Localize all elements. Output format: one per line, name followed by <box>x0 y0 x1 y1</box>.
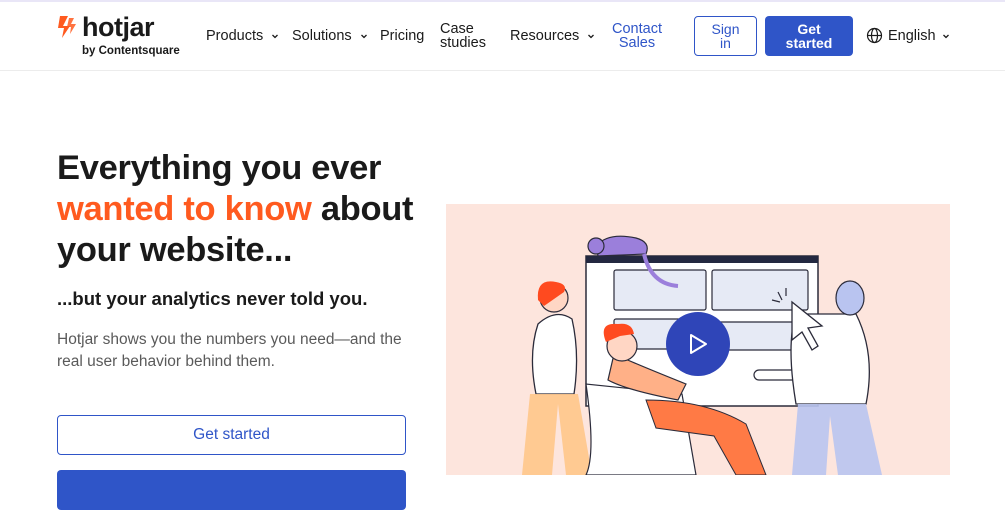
secondary-cta-button[interactable] <box>57 470 406 510</box>
get-started-line1: Get <box>797 21 821 37</box>
hero-description: Hotjar shows you the numbers you need—an… <box>57 331 402 370</box>
nav-solutions-label: Solutions <box>292 28 352 44</box>
sign-in-button[interactable]: Sign in <box>694 16 757 56</box>
nav-case-studies-line2: studies <box>440 35 486 51</box>
nav-case-studies[interactable]: Case studies <box>440 21 486 51</box>
brand-name: hotjar <box>82 12 155 42</box>
chevron-down-icon <box>360 34 367 39</box>
nav-contact-line2: Sales <box>618 35 656 51</box>
language-selector[interactable]: English <box>866 27 951 44</box>
nav-contact-line1: Contact <box>612 21 662 37</box>
nav-products[interactable]: Products <box>206 28 280 44</box>
get-started-nav-button[interactable]: Get started <box>765 16 853 56</box>
get-started-button[interactable]: Get started <box>57 415 406 455</box>
headline-line1: Everything you ever <box>57 149 382 187</box>
headline-accent: wanted to know <box>57 190 312 228</box>
language-label: English <box>888 27 936 44</box>
nav-pricing-label: Pricing <box>380 28 425 44</box>
brand-byline: by Contentsquare <box>82 45 180 57</box>
get-started-line2: started <box>785 35 833 51</box>
headline-line3: your website... <box>57 231 293 269</box>
nav-resources-label: Resources <box>510 28 580 44</box>
nav-pricing[interactable]: Pricing <box>380 28 424 44</box>
nav-contact-sales[interactable]: Contact Sales <box>612 21 662 51</box>
hotjar-flame-icon <box>58 16 76 38</box>
nav-products-label: Products <box>206 28 264 44</box>
globe-icon <box>866 27 883 44</box>
chevron-down-icon <box>272 34 279 39</box>
top-navigation: hotjar by Contentsquare Products Solutio… <box>0 2 1005 71</box>
play-video-button[interactable] <box>666 312 730 376</box>
hero-headline: Everything you ever wanted to know about… <box>57 148 437 271</box>
hero-subheadline: ...but your analytics never told you. <box>57 288 368 309</box>
nav-solutions[interactable]: Solutions <box>292 28 369 44</box>
nav-resources[interactable]: Resources <box>510 28 596 44</box>
headline-line2-rest: about <box>311 190 414 228</box>
sign-in-line1: Sign <box>711 21 740 37</box>
hotjar-logo[interactable]: hotjar by Contentsquare <box>56 10 196 62</box>
chevron-down-icon <box>588 34 595 39</box>
sign-in-line2: in <box>720 35 731 51</box>
play-icon <box>690 334 707 354</box>
chevron-down-icon <box>942 34 949 38</box>
nav-case-studies-line1: Case <box>440 21 474 37</box>
